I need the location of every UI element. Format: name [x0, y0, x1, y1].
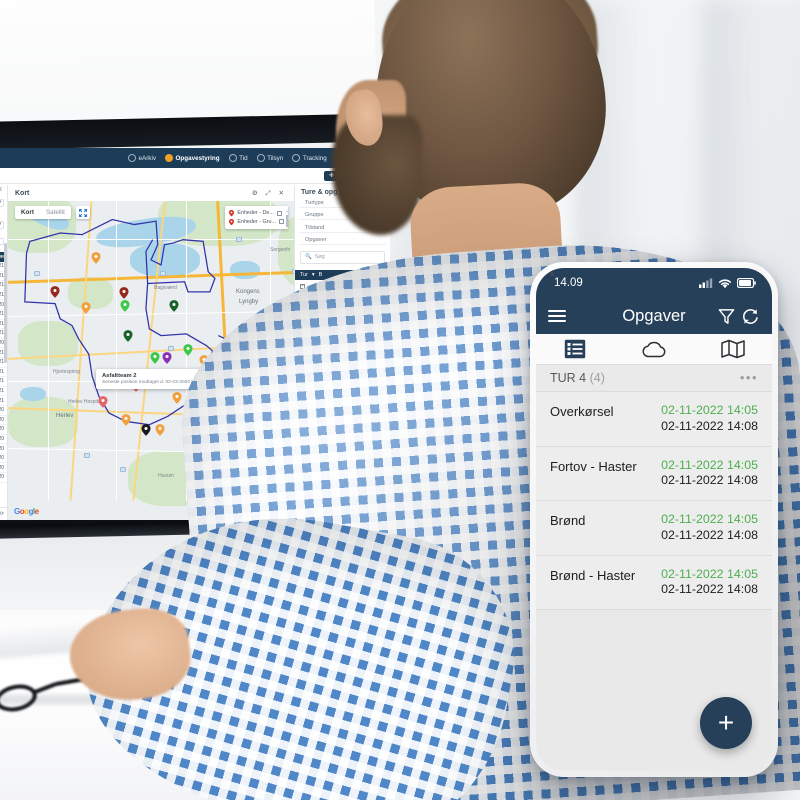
task-name: Brønd — [550, 513, 586, 528]
tab-cloud[interactable] — [615, 334, 694, 364]
tab-map[interactable] — [693, 334, 772, 364]
map-marker-pin[interactable] — [98, 395, 108, 408]
map-type-satellit[interactable]: Satellit — [40, 206, 71, 219]
left-filter-select-2[interactable] — [0, 221, 4, 229]
task-date-end: 02-11-2022 14:08 — [661, 527, 758, 542]
filter-icon[interactable] — [717, 307, 736, 326]
task-group-header[interactable]: TUR 4 (4) ••• — [536, 365, 772, 392]
task-date-end: 02-11-2022 14:08 — [661, 582, 758, 597]
task-name: Brønd - Haster — [550, 567, 636, 583]
task-dates: 02-11-2022 14:05 02-11-2022 14:08 — [661, 512, 758, 544]
row-date: 18-07-20 — [0, 464, 4, 471]
table-row[interactable]: As02-03-21 — [0, 396, 7, 406]
row-date: 24-02-21 — [0, 368, 4, 375]
task-row[interactable]: Overkørsel 02-11-2022 14:05 02-11-2022 14:… — [536, 392, 772, 447]
table-row[interactable]: Ka24-02-21 — [0, 368, 7, 378]
task-name: Overkørsel — [550, 404, 614, 419]
task-date-start: 02-11-2022 14:05 — [661, 566, 758, 581]
fullscreen-icon[interactable] — [75, 206, 90, 219]
row-date: 15-05-20 — [0, 474, 4, 481]
map-place-label: Hjortespring — [53, 369, 80, 375]
map-mode-controls: Kort Satellit — [15, 206, 90, 219]
task-date-start: 02-11-2022 14:05 — [661, 403, 758, 417]
map-marker-pin[interactable] — [50, 285, 60, 298]
row-date: 10-08-20 — [0, 416, 4, 423]
map-marker-pin[interactable] — [119, 286, 129, 299]
row-date: 28-06-20 — [0, 407, 4, 414]
left-panel-tools[interactable]: ⤢ ✕ — [0, 187, 4, 194]
wifi-icon — [718, 278, 732, 288]
status-time: 14.09 — [554, 277, 583, 289]
map-type-toggle[interactable]: Kort Satellit — [15, 206, 71, 219]
task-row[interactable]: Brønd - Haster 02-11-2022 14:05 02-11-2022… — [536, 555, 772, 610]
map-marker-pin[interactable] — [123, 329, 133, 342]
refresh-icon[interactable]: ⟳ — [0, 511, 4, 517]
table-row[interactable]: Tur 1315-05-20 — [0, 473, 7, 483]
table-row[interactable]: Br14-09-20 — [0, 425, 7, 435]
group-title: TUR 4 (4) — [550, 371, 605, 385]
cloud-icon — [642, 341, 666, 358]
task-date-start: 02-11-2022 14:05 — [661, 512, 758, 526]
map-place-label: Herlev Hospital — [68, 399, 102, 405]
row-date: 06-09-20 — [0, 435, 4, 442]
group-name: TUR 4 — [550, 371, 587, 385]
task-dates: 02-11-2022 14:05 02-11-2022 14:08 — [661, 403, 758, 435]
map-panel-title: Kort — [15, 189, 30, 197]
plus-icon: + — [717, 707, 735, 738]
battery-icon — [737, 278, 756, 288]
tab-list[interactable] — [536, 334, 615, 364]
table-row[interactable]: Si24-02-21 — [0, 377, 7, 387]
phone-app-bar: Opgaver — [536, 298, 772, 334]
map-marker-pin[interactable] — [121, 413, 131, 426]
app-bar-actions — [717, 307, 760, 326]
table-row[interactable]: Fo06-09-20 — [0, 435, 7, 445]
map-type-kort[interactable]: Kort — [15, 206, 40, 219]
map-place-label: Herlev — [56, 413, 74, 419]
table-row[interactable]: Ve10-08-20 — [0, 416, 7, 426]
task-name: Fortov - Haster — [550, 458, 637, 474]
phone-status-bar: 14.09 — [536, 268, 772, 298]
map-marker-pin[interactable] — [120, 299, 130, 312]
left-panel: ⤢ ✕ ◂ Seneste æ Ba06-02-21Hj27-02-21Va31… — [0, 185, 8, 520]
task-dates: 02-11-2022 14:05 02-11-2022 14:08 — [661, 458, 758, 490]
left-panel-scrollbar[interactable] — [4, 243, 7, 363]
signal-icon — [699, 278, 713, 288]
scene-root: eArkiv Opgavestyring Tid Tilsyn Tracking — [0, 0, 800, 800]
task-row[interactable]: Fortov - Haster 02-11-2022 14:05 02-11-202… — [536, 446, 772, 501]
hamburger-icon[interactable] — [548, 310, 566, 322]
task-date-start: 02-11-2022 14:05 — [661, 457, 758, 472]
row-date: 24-02-21 — [0, 388, 4, 395]
front-camera — [550, 272, 554, 276]
overflow-dots-icon[interactable]: ••• — [740, 371, 758, 384]
phone-tab-bar — [536, 334, 772, 365]
refresh-icon[interactable] — [741, 307, 760, 326]
table-row[interactable]: Ba24-02-21 — [0, 387, 7, 397]
map-marker-pin[interactable] — [81, 301, 91, 314]
task-dates: 02-11-2022 14:05 02-11-2022 14:08 — [661, 567, 758, 599]
task-date-end: 02-11-2022 14:08 — [661, 473, 758, 488]
smartphone: 14.09 Opgaver TUR 4 (4) ••• Overkørsel 0… — [530, 262, 778, 777]
table-row[interactable]: Sl18-07-20 — [0, 454, 7, 464]
table-row[interactable]: Tr28-06-20 — [0, 406, 7, 416]
list-icon — [565, 339, 586, 359]
row-date: 06-09-20 — [0, 445, 4, 452]
left-panel-footer: Eksporter ⟳ — [0, 507, 7, 520]
map-icon — [720, 339, 745, 359]
left-filter-select-1[interactable] — [0, 199, 4, 207]
map-marker-pin[interactable] — [91, 251, 101, 264]
task-row[interactable]: Brønd 02-11-2022 14:05 02-11-2022 14:08 — [536, 501, 772, 556]
phone-screen: 14.09 Opgaver TUR 4 (4) ••• Overkørsel 0… — [536, 268, 772, 771]
row-date: 14-09-20 — [0, 426, 4, 433]
row-date: 02-03-21 — [0, 397, 4, 404]
google-attribution: Google — [14, 507, 39, 516]
archive-icon — [128, 154, 136, 162]
group-count: (4) — [589, 371, 605, 385]
row-date: 18-07-20 — [0, 455, 4, 462]
task-date-end: 02-11-2022 14:08 — [661, 418, 758, 433]
status-icons — [699, 278, 756, 289]
add-task-fab[interactable]: + — [700, 697, 752, 749]
row-date: 24-02-21 — [0, 378, 4, 385]
table-row[interactable]: Ov06-09-20 — [0, 444, 7, 454]
table-row[interactable]: Vg18-07-20 — [0, 463, 7, 474]
